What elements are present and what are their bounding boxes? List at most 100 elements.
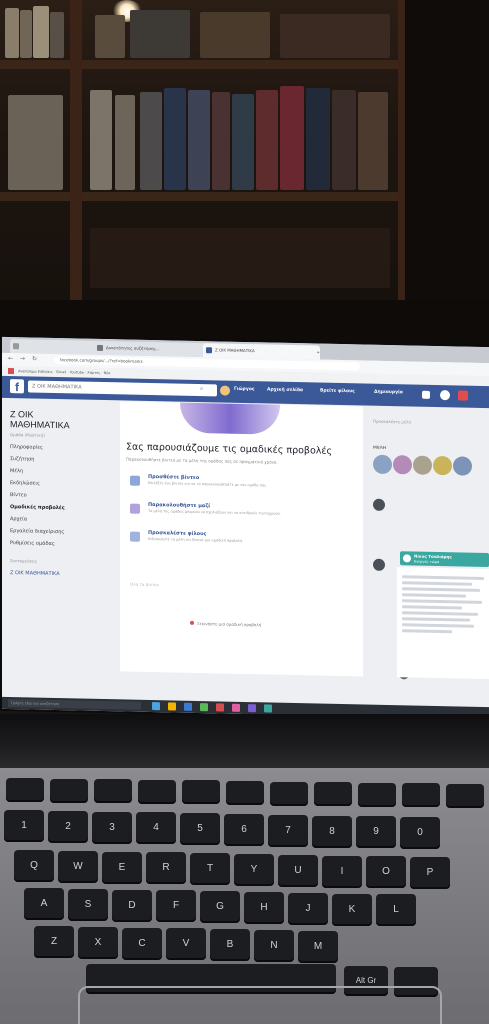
file-explorer-icon[interactable] (168, 702, 176, 711)
task-view-icon[interactable] (152, 702, 160, 711)
app-icon[interactable] (264, 704, 272, 713)
member-avatar[interactable] (393, 455, 412, 475)
chat-header[interactable]: Νίκος Τσαλιάρης Ενεργός τώρα (400, 551, 489, 568)
key-s[interactable]: S (68, 888, 108, 921)
key-p[interactable]: P (410, 857, 450, 890)
nav-find-friends-link[interactable]: Βρείτε φίλους (320, 389, 355, 395)
key-v[interactable]: V (166, 928, 206, 961)
function-key[interactable] (6, 778, 44, 802)
function-key[interactable] (446, 784, 484, 808)
function-key[interactable] (314, 782, 352, 807)
function-key[interactable] (358, 782, 396, 807)
key-1[interactable]: 1 (4, 810, 44, 842)
nav-profile-link[interactable]: Γιώργος (234, 387, 255, 392)
search-icon[interactable]: ⌕ (200, 385, 203, 393)
member-avatar[interactable] (433, 455, 452, 476)
new-tab-button[interactable]: + (312, 345, 324, 359)
cabinet-post (70, 0, 82, 300)
key-c[interactable]: C (122, 927, 162, 960)
function-key[interactable] (182, 780, 220, 805)
key-w[interactable]: W (58, 850, 98, 883)
member-avatar[interactable] (453, 456, 472, 476)
member-avatar[interactable] (413, 455, 432, 475)
suggestion-watch-together[interactable]: Παρακολουθήστε μαζί Τα μέλη της ομάδας μ… (130, 502, 350, 529)
key-k[interactable]: K (332, 893, 372, 926)
app-icon[interactable] (232, 703, 240, 712)
key-r[interactable]: R (146, 852, 186, 885)
key-n[interactable]: N (254, 930, 294, 962)
store-icon[interactable] (200, 703, 208, 712)
page-title: Σας παρουσιάζουμε τις ομαδικές προβολές (126, 441, 333, 457)
start-watch-party-link[interactable]: Ξεκινήστε μια ομαδική προβολή (190, 620, 261, 627)
shortcut-group-link[interactable]: Ζ ΟΙΚ ΜΑΘΗΜΑΤΙΚΑ (10, 567, 118, 581)
function-key[interactable] (402, 783, 440, 808)
function-key[interactable] (226, 781, 264, 805)
chat-message-line (402, 623, 474, 628)
key-2[interactable]: 2 (48, 810, 88, 843)
function-key[interactable] (94, 779, 132, 804)
invite-members-header[interactable]: Προσκαλέστε μέλη (373, 419, 411, 425)
member-avatar[interactable] (373, 454, 392, 475)
messenger-icon[interactable] (440, 390, 450, 401)
profile-avatar[interactable] (220, 385, 230, 396)
facebook-logo-icon[interactable]: f (10, 379, 24, 394)
chrome-icon[interactable] (216, 703, 224, 712)
forward-icon[interactable]: → (20, 355, 25, 362)
bookshelf-background (0, 0, 489, 345)
tab-label: Ζ ΟΙΚ ΜΑΘΗΜΑΤΙΚΑ (215, 347, 255, 354)
sidebar-item-settings[interactable]: Ρυθμίσεις ομάδας (10, 537, 118, 551)
key-g[interactable]: G (200, 891, 240, 924)
key-i[interactable]: I (322, 855, 362, 888)
key-m[interactable]: M (298, 930, 338, 963)
key-j[interactable]: J (288, 892, 328, 925)
function-key[interactable] (270, 781, 308, 806)
edge-icon[interactable] (184, 702, 192, 711)
key-z[interactable]: Z (34, 926, 74, 958)
tab-label: Δυνατότητες συζήτησης... (106, 345, 160, 352)
trackpad[interactable] (78, 986, 442, 1024)
group-sidebar: Ζ ΟΙΚ ΜΑΘΗΜΑΤΙΚΑ Ομάδα (Μυστική) Πληροφο… (10, 409, 118, 611)
key-b[interactable]: B (210, 929, 250, 962)
facebook-search-input[interactable]: Ζ ΟΙΚ ΜΑΘΗΜΑΤΙΚΑ (28, 380, 217, 397)
function-key[interactable] (50, 778, 88, 803)
video-icon (130, 475, 140, 486)
all-videos-link[interactable]: Όλα τα βίντεο (130, 582, 159, 588)
key-a[interactable]: A (24, 888, 64, 920)
friend-requests-icon[interactable] (422, 390, 430, 399)
key-d[interactable]: D (112, 889, 152, 922)
nav-create-link[interactable]: Δημιουργία (374, 390, 403, 396)
key-4[interactable]: 4 (136, 812, 176, 845)
key-h[interactable]: H (244, 892, 284, 924)
key-x[interactable]: X (78, 926, 118, 959)
member-avatar[interactable] (373, 558, 385, 571)
key-f[interactable]: F (156, 890, 196, 923)
bookmarks-list[interactable]: Ανεπίσημα Ειδήσεις · Gmail · YouTube · Χ… (18, 369, 110, 375)
suggestion-add-video[interactable]: Προσθέστε βίντεο Επιλέξτε ένα βίντεο για… (130, 474, 350, 501)
nav-home-link[interactable]: Αρχική σελίδα (267, 387, 303, 393)
key-q[interactable]: Q (14, 850, 54, 882)
laptop-screen: Δυνατότητες συζήτησης... Ζ ΟΙΚ ΜΑΘΗΜΑΤΙΚ… (2, 336, 489, 720)
notifications-icon[interactable] (458, 390, 468, 401)
reload-icon[interactable]: ↻ (32, 356, 37, 363)
key-y[interactable]: Y (234, 854, 274, 886)
key-8[interactable]: 8 (312, 815, 352, 848)
taskbar-search-input[interactable]: Γράψτε εδώ για αναζήτηση (8, 699, 141, 710)
key-7[interactable]: 7 (268, 814, 308, 847)
key-6[interactable]: 6 (224, 814, 264, 846)
key-t[interactable]: T (190, 853, 230, 886)
suggestion-invite-friends[interactable]: Προσκαλέστε φίλους Ειδοποιήστε τα μέλη ό… (130, 530, 350, 557)
chat-message-line (402, 599, 482, 604)
key-u[interactable]: U (278, 854, 318, 887)
key-0[interactable]: 0 (400, 817, 440, 850)
member-avatar[interactable] (373, 498, 385, 511)
key-e[interactable]: E (102, 851, 142, 884)
key-l[interactable]: L (376, 894, 416, 927)
sidebar-item-discussion[interactable]: Συζήτηση (10, 453, 118, 467)
key-9[interactable]: 9 (356, 816, 396, 849)
key-5[interactable]: 5 (180, 813, 220, 846)
function-key[interactable] (138, 779, 176, 804)
back-icon[interactable]: ← (8, 355, 13, 362)
app-icon[interactable] (248, 704, 256, 713)
key-o[interactable]: O (366, 856, 406, 889)
key-3[interactable]: 3 (92, 811, 132, 844)
